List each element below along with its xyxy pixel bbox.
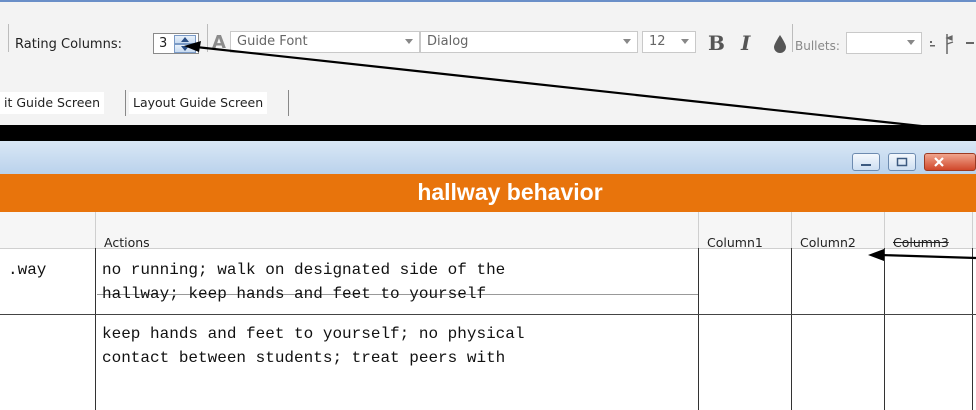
indent-marker-icon[interactable] xyxy=(942,32,958,56)
screen-tab-bar: it Guide Screen Layout Guide Screen xyxy=(0,70,976,125)
chevron-down-icon xyxy=(405,39,413,44)
window-title-bar[interactable] xyxy=(0,141,976,175)
column-header-column1[interactable]: Column1 xyxy=(707,235,763,250)
grid-line xyxy=(884,212,885,248)
formatting-toolbar: Rating Columns: 3 A Guide Font Dialog 12… xyxy=(0,0,976,70)
chevron-down-icon xyxy=(623,39,631,44)
chevron-down-icon xyxy=(681,39,689,44)
arrowhead-icon xyxy=(868,249,884,261)
minimize-button[interactable] xyxy=(852,153,880,171)
chevron-down-icon xyxy=(907,40,915,45)
tab-separator xyxy=(288,90,289,116)
grid-line xyxy=(884,248,885,410)
spinner-down-button[interactable] xyxy=(174,44,196,53)
italic-button[interactable]: I xyxy=(741,31,750,55)
rating-columns-value: 3 xyxy=(159,36,168,51)
toolbar-separator xyxy=(792,24,793,52)
tab-layout-guide-screen[interactable]: Layout Guide Screen xyxy=(129,92,268,114)
toolbar-separator xyxy=(207,24,208,52)
action-line[interactable]: no running; walk on designated side of t… xyxy=(102,258,505,282)
action-line[interactable]: hallway; keep hands and feet to yourself xyxy=(102,282,486,306)
font-family-value: Dialog xyxy=(427,34,469,49)
font-family-combo[interactable]: Dialog xyxy=(420,31,638,53)
bold-button[interactable]: B xyxy=(708,31,725,55)
behavior-title: hallway behavior xyxy=(417,179,603,205)
spinner-up-button[interactable] xyxy=(174,35,196,44)
grid-line xyxy=(791,248,792,410)
grid-line xyxy=(698,212,699,248)
maximize-icon xyxy=(896,157,908,167)
tab-separator xyxy=(125,90,126,116)
font-name-value: Guide Font xyxy=(237,34,308,49)
grid-line xyxy=(972,248,973,410)
font-size-value: 12 xyxy=(649,34,666,49)
caret-up-icon xyxy=(181,37,189,42)
behavior-header: hallway behavior xyxy=(0,174,976,212)
color-drop-icon[interactable] xyxy=(773,34,787,54)
column-header-actions[interactable]: Actions xyxy=(104,235,150,250)
font-a-icon: A xyxy=(212,32,226,53)
font-name-combo[interactable]: Guide Font xyxy=(230,31,420,53)
row-divider xyxy=(0,314,976,315)
grid-line xyxy=(95,212,96,248)
grid-line xyxy=(95,248,96,410)
toolbar-overflow-dash xyxy=(966,42,974,44)
column-header-column2[interactable]: Column2 xyxy=(800,235,856,250)
close-button[interactable] xyxy=(924,153,976,171)
behavior-cell[interactable]: .way xyxy=(8,258,46,282)
table-header-row: Actions Column1 Column2 Column3 xyxy=(0,212,976,250)
minimize-icon xyxy=(861,164,871,166)
rating-columns-label: Rating Columns: xyxy=(15,37,122,52)
divider-bar xyxy=(0,125,976,141)
bullets-label: Bullets: xyxy=(795,39,840,53)
grid-line xyxy=(698,248,699,410)
action-line[interactable]: keep hands and feet to yourself; no phys… xyxy=(102,322,524,346)
close-icon xyxy=(934,157,944,167)
toolbar-separator xyxy=(8,24,9,52)
align-icon[interactable] xyxy=(929,39,937,51)
grid-line xyxy=(972,212,973,248)
font-size-combo[interactable]: 12 xyxy=(642,31,696,53)
column-header-column3[interactable]: Column3 xyxy=(893,235,949,250)
tab-edit-guide-screen[interactable]: it Guide Screen xyxy=(0,92,105,114)
action-line[interactable]: contact between students; treat peers wi… xyxy=(102,346,505,370)
grid-line xyxy=(791,212,792,248)
annotation-arrow-line xyxy=(879,253,976,260)
rating-columns-spinner[interactable]: 3 xyxy=(153,33,199,54)
caret-down-icon xyxy=(181,46,189,51)
maximize-button[interactable] xyxy=(888,153,916,171)
bullets-combo[interactable] xyxy=(846,32,922,54)
